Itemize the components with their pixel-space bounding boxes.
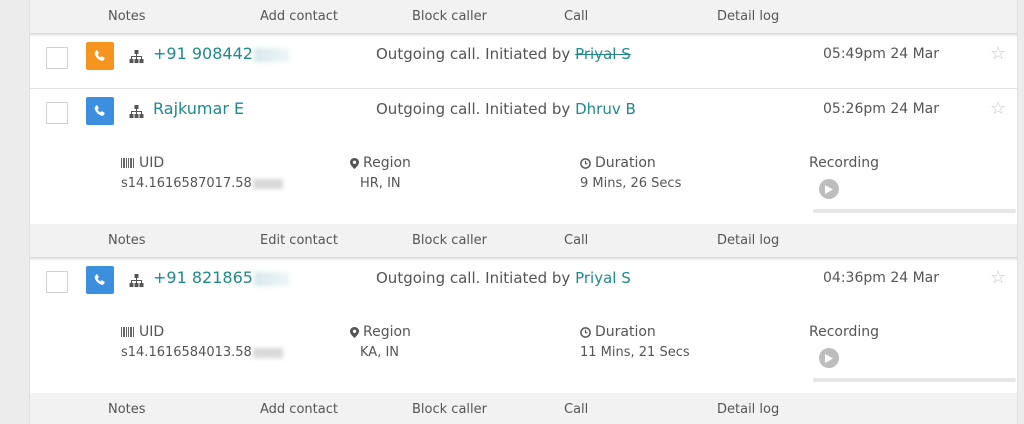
- call-details: UID s14.1616587017.58 Region HR, IN Dura…: [30, 155, 1017, 235]
- clock-icon: [580, 157, 591, 169]
- contact-number: +91 821865: [153, 268, 253, 287]
- description-text: Outgoing call. Initiated by: [376, 100, 571, 118]
- region-label: Region: [363, 324, 411, 340]
- action-bar: Notes Add contact Block caller Call Deta…: [30, 393, 1017, 424]
- call-button[interactable]: Call: [564, 9, 588, 24]
- detail-log-button[interactable]: Detail log: [717, 233, 779, 248]
- call-row[interactable]: +91 821865 Outgoing call. Initiated by P…: [30, 257, 1017, 309]
- region-value: KA, IN: [360, 345, 400, 360]
- star-outline-icon[interactable]: ☆: [990, 43, 1006, 64]
- call-button[interactable]: Call: [564, 402, 588, 417]
- uid-field: UID s14.1616587017.58: [121, 155, 283, 191]
- uid-label: UID: [139, 155, 165, 171]
- duration-value: 9 Mins, 26 Secs: [580, 176, 682, 191]
- contact-name: Rajkumar E: [153, 99, 245, 118]
- contact-link[interactable]: +91 908442: [153, 44, 290, 63]
- block-caller-button[interactable]: Block caller: [412, 233, 487, 248]
- barcode-icon: [121, 327, 134, 337]
- duration-label: Duration: [595, 155, 656, 171]
- star-outline-icon[interactable]: ☆: [990, 267, 1006, 288]
- contact-number: +91 908442: [153, 44, 253, 63]
- recording-field: Recording: [809, 324, 879, 368]
- description-text: Outgoing call. Initiated by: [376, 269, 571, 287]
- uid-field: UID s14.1616584013.58: [121, 324, 283, 360]
- call-time: 05:49pm 24 Mar: [823, 46, 939, 62]
- initiated-by-link[interactable]: Dhruv B: [575, 100, 636, 118]
- contact-link[interactable]: Rajkumar E: [153, 99, 244, 118]
- call-button[interactable]: Call: [564, 233, 588, 248]
- barcode-icon: [121, 158, 134, 168]
- play-icon[interactable]: [819, 179, 839, 199]
- contact-link[interactable]: +91 821865: [153, 268, 290, 287]
- org-chart-icon: [129, 50, 144, 63]
- call-time: 05:26pm 24 Mar: [823, 101, 939, 117]
- action-bar: Notes Edit contact Block caller Call Det…: [30, 224, 1017, 257]
- uid-value: s14.1616584013.58: [121, 345, 252, 360]
- call-row[interactable]: +91 908442 Outgoing call. Initiated by P…: [30, 33, 1017, 85]
- call-description: Outgoing call. Initiated by Priyal S: [376, 269, 631, 287]
- map-pin-icon: [350, 157, 359, 169]
- star-outline-icon[interactable]: ☆: [990, 98, 1006, 119]
- call-description: Outgoing call. Initiated by Priyal S: [376, 45, 631, 63]
- phone-icon: [86, 97, 114, 125]
- notes-button[interactable]: Notes: [108, 402, 146, 417]
- masked-digits: [253, 47, 290, 62]
- masked-digits: [253, 271, 290, 286]
- block-caller-button[interactable]: Block caller: [412, 402, 487, 417]
- region-label: Region: [363, 155, 411, 171]
- action-bar: Notes Add contact Block caller Call Deta…: [30, 0, 1017, 33]
- description-text: Outgoing call. Initiated by: [376, 45, 571, 63]
- recording-label: Recording: [809, 324, 880, 340]
- duration-field: Duration 9 Mins, 26 Secs: [580, 155, 681, 191]
- call-row[interactable]: Rajkumar E Outgoing call. Initiated by D…: [30, 88, 1017, 140]
- initiated-by-link[interactable]: Priyal S: [575, 45, 631, 63]
- notes-button[interactable]: Notes: [108, 233, 146, 248]
- region-value: HR, IN: [360, 176, 401, 191]
- phone-icon: [86, 42, 114, 70]
- map-pin-icon: [350, 326, 359, 338]
- org-chart-icon: [129, 274, 144, 287]
- recording-field: Recording: [809, 155, 879, 199]
- recording-progress-bar[interactable]: [813, 209, 1016, 213]
- call-description: Outgoing call. Initiated by Dhruv B: [376, 100, 636, 118]
- notes-button[interactable]: Notes: [108, 9, 146, 24]
- region-field: Region KA, IN: [350, 324, 411, 360]
- recording-label: Recording: [809, 155, 880, 171]
- initiated-by-link[interactable]: Priyal S: [575, 269, 631, 287]
- play-icon[interactable]: [819, 348, 839, 368]
- recording-progress-bar[interactable]: [813, 378, 1016, 382]
- edit-contact-button[interactable]: Edit contact: [260, 233, 338, 248]
- select-checkbox[interactable]: [46, 271, 68, 293]
- duration-value: 11 Mins, 21 Secs: [580, 345, 690, 360]
- block-caller-button[interactable]: Block caller: [412, 9, 487, 24]
- call-time: 04:36pm 24 Mar: [823, 270, 939, 286]
- duration-label: Duration: [595, 324, 656, 340]
- masked-digits: [252, 178, 283, 189]
- call-log-list: Notes Add contact Block caller Call Deta…: [29, 0, 1018, 424]
- phone-icon: [86, 266, 114, 294]
- uid-value: s14.1616587017.58: [121, 176, 252, 191]
- add-contact-button[interactable]: Add contact: [260, 9, 338, 24]
- detail-log-button[interactable]: Detail log: [717, 9, 779, 24]
- select-checkbox[interactable]: [46, 102, 68, 124]
- duration-field: Duration 11 Mins, 21 Secs: [580, 324, 690, 360]
- uid-label: UID: [139, 324, 165, 340]
- call-details: UID s14.1616584013.58 Region KA, IN Dura…: [30, 324, 1017, 404]
- org-chart-icon: [129, 105, 144, 118]
- detail-log-button[interactable]: Detail log: [717, 402, 779, 417]
- select-checkbox[interactable]: [46, 47, 68, 69]
- region-field: Region HR, IN: [350, 155, 411, 191]
- masked-digits: [252, 347, 283, 358]
- add-contact-button[interactable]: Add contact: [260, 402, 338, 417]
- clock-icon: [580, 326, 591, 338]
